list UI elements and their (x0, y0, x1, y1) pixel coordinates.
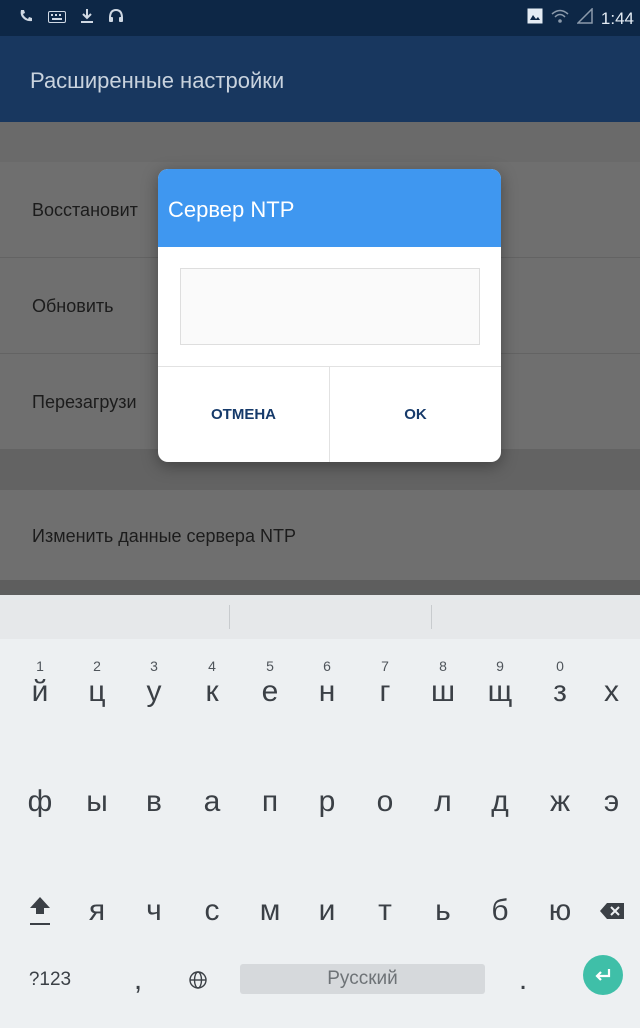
key[interactable]: ж (530, 772, 590, 832)
key-label: к (205, 675, 219, 708)
suggestion-bar (0, 595, 640, 639)
suggestion-divider (229, 605, 230, 629)
key-hint: 1 (36, 658, 44, 674)
key[interactable]: п (240, 772, 300, 832)
key[interactable]: д (470, 772, 530, 832)
key-label: й (31, 675, 49, 708)
ntp-server-dialog: Сервер NTP ОТМЕНА OK (158, 169, 501, 462)
key[interactable]: б (470, 881, 530, 941)
key[interactable]: ю (530, 881, 590, 941)
key[interactable]: 7г (355, 658, 415, 722)
key[interactable]: 2ц (67, 658, 127, 722)
symbols-key[interactable]: ?123 (18, 950, 82, 1010)
key[interactable]: 4к (182, 658, 242, 722)
key-label: е (261, 675, 279, 708)
key-label: у (146, 675, 162, 708)
backspace-icon (599, 903, 624, 919)
key[interactable]: о (355, 772, 415, 832)
key[interactable]: и (297, 881, 357, 941)
key[interactable]: 1й (10, 658, 70, 722)
key[interactable]: я (67, 881, 127, 941)
headset-icon (108, 8, 124, 30)
signal-icon (576, 7, 593, 30)
key[interactable]: э (583, 772, 640, 832)
key[interactable]: р (297, 772, 357, 832)
key[interactable]: ы (67, 772, 127, 832)
shift-key[interactable] (10, 881, 70, 941)
key-hint: 4 (208, 658, 216, 674)
shift-icon (30, 897, 50, 925)
key[interactable]: ф (10, 772, 70, 832)
key[interactable]: 3у (124, 658, 184, 722)
settings-item-label: Перезагрузи (32, 392, 137, 412)
comma-key[interactable]: , (108, 950, 168, 1010)
backspace-key[interactable] (583, 881, 640, 941)
key[interactable]: 9щ (470, 658, 530, 722)
app-bar: Расширенные настройки (0, 36, 640, 122)
space-key[interactable]: Русский (240, 964, 485, 994)
key[interactable]: 8ш (413, 658, 473, 722)
dialog-button-bar: ОТМЕНА OK (158, 366, 501, 462)
key-hint: 9 (496, 658, 504, 674)
soft-keyboard: 1й 2ц 3у 4к 5е 6н 7г 8ш 9щ 0з х ф ы в а … (0, 595, 640, 1028)
key[interactable]: в (124, 772, 184, 832)
enter-icon (595, 969, 611, 981)
keyboard-icon (48, 9, 66, 29)
image-icon (527, 8, 543, 30)
dialog-title: Сервер NTP (168, 197, 295, 222)
dialog-header: Сервер NTP (158, 169, 501, 247)
clock: 1:44 (600, 9, 634, 28)
key[interactable]: с (182, 881, 242, 941)
key-label: н (318, 675, 336, 708)
key[interactable]: 5е (240, 658, 300, 722)
key[interactable]: т (355, 881, 415, 941)
key[interactable]: х (583, 662, 640, 722)
key-label: ц (88, 675, 106, 708)
key-hint: 0 (556, 658, 564, 674)
key-label: х (604, 675, 619, 708)
language-key[interactable] (168, 950, 228, 1010)
key-hint: 8 (439, 658, 447, 674)
ok-button[interactable]: OK (330, 367, 501, 462)
settings-item-label: Обновить (32, 296, 114, 316)
key[interactable]: м (240, 881, 300, 941)
page-title: Расширенные настройки (30, 68, 285, 93)
key[interactable]: ч (124, 881, 184, 941)
status-bar: 1:44 (0, 0, 640, 36)
key[interactable]: а (182, 772, 242, 832)
key-hint: 2 (93, 658, 101, 674)
list-footer (0, 580, 640, 595)
key-label: щ (487, 675, 513, 708)
globe-icon (189, 971, 207, 989)
settings-item-label: Изменить данные сервера NTP (32, 526, 296, 546)
cancel-button[interactable]: ОТМЕНА (158, 367, 330, 462)
section-divider (0, 122, 640, 162)
phone-icon (18, 8, 34, 30)
key-label: г (379, 675, 391, 708)
settings-item-label: Восстановит (32, 200, 138, 220)
settings-item-ntp[interactable]: Изменить данные сервера NTP (0, 490, 640, 582)
download-icon (80, 8, 94, 30)
key-row-3: я ч с м и т ь б ю (0, 881, 640, 941)
period-key[interactable]: . (493, 950, 553, 1010)
suggestion-divider (431, 605, 432, 629)
key[interactable]: л (413, 772, 473, 832)
key-hint: 3 (150, 658, 158, 674)
enter-key[interactable] (583, 955, 623, 995)
key-row-2: ф ы в а п р о л д ж э (0, 772, 640, 832)
ntp-server-input[interactable] (180, 268, 480, 345)
wifi-icon (551, 8, 569, 30)
key-hint: 5 (266, 658, 274, 674)
key[interactable]: 6н (297, 658, 357, 722)
key-row-1: 1й 2ц 3у 4к 5е 6н 7г 8ш 9щ 0з х (0, 658, 640, 722)
key-label: з (553, 675, 567, 708)
key-hint: 6 (323, 658, 331, 674)
key-label: ш (430, 675, 456, 708)
key[interactable]: 0з (530, 658, 590, 722)
key[interactable]: ь (413, 881, 473, 941)
key-hint: 7 (381, 658, 389, 674)
